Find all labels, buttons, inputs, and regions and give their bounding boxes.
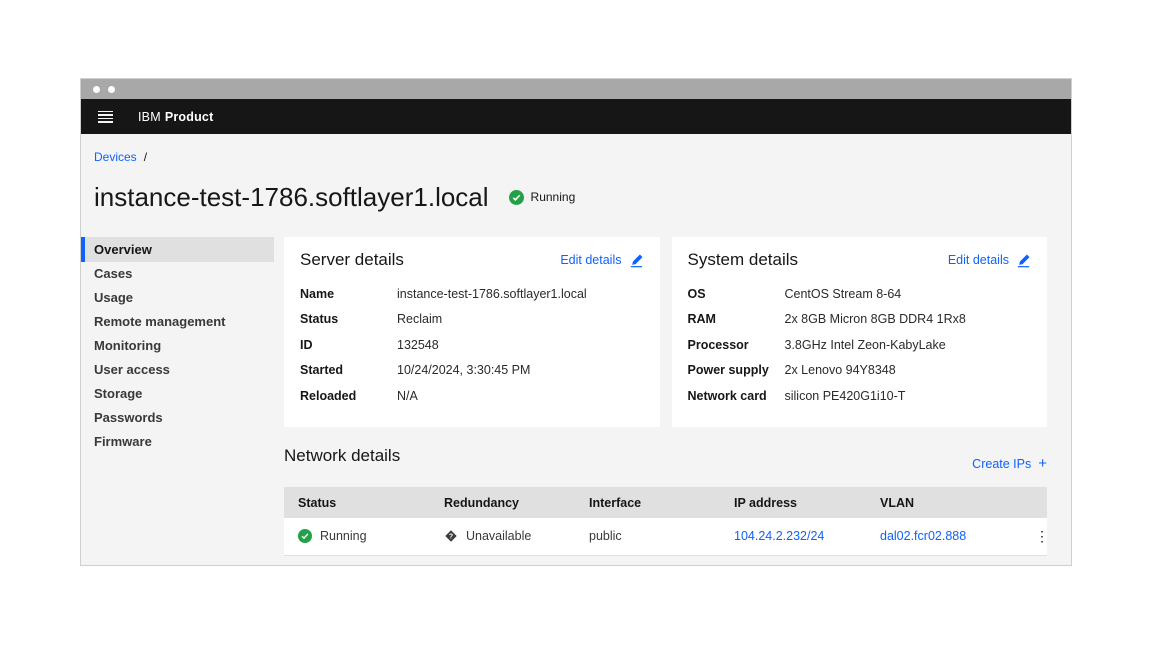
check-circle-icon bbox=[509, 190, 524, 205]
sidebar-item-overview[interactable]: Overview bbox=[81, 237, 274, 262]
breadcrumb-link-devices[interactable]: Devices bbox=[94, 150, 137, 164]
edit-pencil-icon bbox=[1016, 253, 1031, 268]
row-status-label: Running bbox=[320, 529, 367, 543]
detail-label: OS bbox=[688, 287, 785, 301]
edit-pencil-icon bbox=[629, 253, 644, 268]
detail-row: Processor 3.8GHz Intel Zeon-KabyLake bbox=[688, 332, 1032, 358]
status-label: Running bbox=[531, 190, 576, 204]
menu-icon[interactable] bbox=[98, 111, 113, 123]
main-area: Server details Edit details bbox=[284, 237, 1047, 556]
create-ips-link[interactable]: Create IPs + bbox=[972, 457, 1047, 471]
sidebar-item-usage[interactable]: Usage bbox=[81, 286, 274, 310]
app-window: IBM Product Devices / instance-test-1786.… bbox=[80, 78, 1072, 566]
edit-details-label: Edit details bbox=[560, 253, 621, 267]
window-dot-icon[interactable] bbox=[93, 86, 100, 93]
column-header-vlan: VLAN bbox=[866, 487, 1018, 518]
detail-row: OS CentOS Stream 8-64 bbox=[688, 281, 1032, 307]
detail-value: N/A bbox=[397, 389, 418, 403]
detail-value: CentOS Stream 8-64 bbox=[785, 287, 902, 301]
sidebar-item-firmware[interactable]: Firmware bbox=[81, 430, 274, 454]
plus-icon: + bbox=[1038, 458, 1047, 470]
network-table-header-row: Status Redundancy Interface IP address V… bbox=[284, 487, 1047, 518]
detail-label: Name bbox=[300, 287, 397, 301]
svg-text:?: ? bbox=[449, 534, 453, 541]
detail-label: Processor bbox=[688, 338, 785, 352]
sidebar-item-remote-management[interactable]: Remote management bbox=[81, 310, 274, 334]
detail-label: Status bbox=[300, 312, 397, 326]
detail-row: RAM 2x 8GB Micron 8GB DDR4 1Rx8 bbox=[688, 307, 1032, 333]
breadcrumb-separator: / bbox=[144, 150, 147, 164]
sidebar-item-storage[interactable]: Storage bbox=[81, 382, 274, 406]
detail-label: Reloaded bbox=[300, 389, 397, 403]
detail-value: instance-test-1786.softlayer1.local bbox=[397, 287, 587, 301]
detail-row: Power supply 2x Lenovo 94Y8348 bbox=[688, 358, 1032, 384]
column-header-ip-address: IP address bbox=[720, 487, 866, 518]
check-circle-icon bbox=[298, 529, 312, 543]
column-header-status: Status bbox=[284, 487, 430, 518]
row-interface: public bbox=[575, 518, 720, 555]
body-row: Overview Cases Usage Remote management M… bbox=[81, 237, 1071, 556]
brand-prefix: IBM bbox=[138, 110, 161, 124]
row-status: Running bbox=[298, 529, 430, 543]
row-redundancy-label: Unavailable bbox=[466, 529, 531, 543]
network-details-title: Network details bbox=[284, 445, 400, 467]
page-title: instance-test-1786.softlayer1.local bbox=[94, 180, 489, 214]
row-vlan-link[interactable]: dal02.fcr02.888 bbox=[880, 529, 966, 543]
sidebar-nav: Overview Cases Usage Remote management M… bbox=[81, 237, 274, 556]
detail-value: Reclaim bbox=[397, 312, 442, 326]
server-details-title: Server details bbox=[300, 250, 404, 270]
detail-value: 10/24/2024, 3:30:45 PM bbox=[397, 363, 530, 377]
detail-value: 3.8GHz Intel Zeon-KabyLake bbox=[785, 338, 946, 352]
detail-value: 2x 8GB Micron 8GB DDR4 1Rx8 bbox=[785, 312, 966, 326]
app-header: IBM Product bbox=[81, 99, 1071, 134]
system-details-card: System details Edit details bbox=[672, 237, 1048, 427]
table-row: Running ? Unavailable bbox=[284, 518, 1047, 555]
detail-label: RAM bbox=[688, 312, 785, 326]
page-content: Devices / instance-test-1786.softlayer1.… bbox=[81, 134, 1071, 566]
sidebar-item-monitoring[interactable]: Monitoring bbox=[81, 334, 274, 358]
detail-value: 132548 bbox=[397, 338, 439, 352]
detail-value: silicon PE420G1i10-T bbox=[785, 389, 906, 403]
detail-row: Status Reclaim bbox=[300, 307, 644, 333]
breadcrumb: Devices / bbox=[81, 134, 1071, 164]
server-details-card: Server details Edit details bbox=[284, 237, 660, 427]
column-header-interface: Interface bbox=[575, 487, 720, 518]
detail-cards: Server details Edit details bbox=[284, 237, 1047, 427]
brand: IBM Product bbox=[138, 110, 213, 124]
system-details-title: System details bbox=[688, 250, 799, 270]
detail-label: ID bbox=[300, 338, 397, 352]
sidebar-item-user-access[interactable]: User access bbox=[81, 358, 274, 382]
detail-row: Reloaded N/A bbox=[300, 383, 644, 409]
overflow-menu-icon[interactable]: ⋮ bbox=[1032, 528, 1052, 545]
create-ips-label: Create IPs bbox=[972, 457, 1031, 471]
detail-row: Network card silicon PE420G1i10-T bbox=[688, 383, 1032, 409]
sidebar-item-cases[interactable]: Cases bbox=[81, 262, 274, 286]
edit-system-details-link[interactable]: Edit details bbox=[948, 253, 1031, 268]
status-badge: Running bbox=[509, 190, 576, 205]
detail-value: 2x Lenovo 94Y8348 bbox=[785, 363, 896, 377]
column-header-redundancy: Redundancy bbox=[430, 487, 575, 518]
detail-label: Power supply bbox=[688, 363, 785, 377]
edit-server-details-link[interactable]: Edit details bbox=[560, 253, 643, 268]
network-details-header: Network details Create IPs + bbox=[284, 445, 1047, 467]
network-table: Status Redundancy Interface IP address V… bbox=[284, 487, 1047, 556]
detail-row: Name instance-test-1786.softlayer1.local bbox=[300, 281, 644, 307]
window-dot-icon[interactable] bbox=[108, 86, 115, 93]
row-ip-address-link[interactable]: 104.24.2.232/24 bbox=[734, 529, 824, 543]
detail-label: Network card bbox=[688, 389, 785, 403]
detail-row: ID 132548 bbox=[300, 332, 644, 358]
title-row: instance-test-1786.softlayer1.local Runn… bbox=[94, 180, 1071, 214]
sidebar-item-passwords[interactable]: Passwords bbox=[81, 406, 274, 430]
undefined-diamond-icon: ? bbox=[444, 529, 458, 543]
row-redundancy: ? Unavailable bbox=[444, 529, 575, 543]
brand-name: Product bbox=[165, 110, 214, 124]
edit-details-label: Edit details bbox=[948, 253, 1009, 267]
column-header-actions bbox=[1018, 487, 1047, 518]
detail-label: Started bbox=[300, 363, 397, 377]
detail-row: Started 10/24/2024, 3:30:45 PM bbox=[300, 358, 644, 384]
window-titlebar bbox=[81, 79, 1071, 99]
